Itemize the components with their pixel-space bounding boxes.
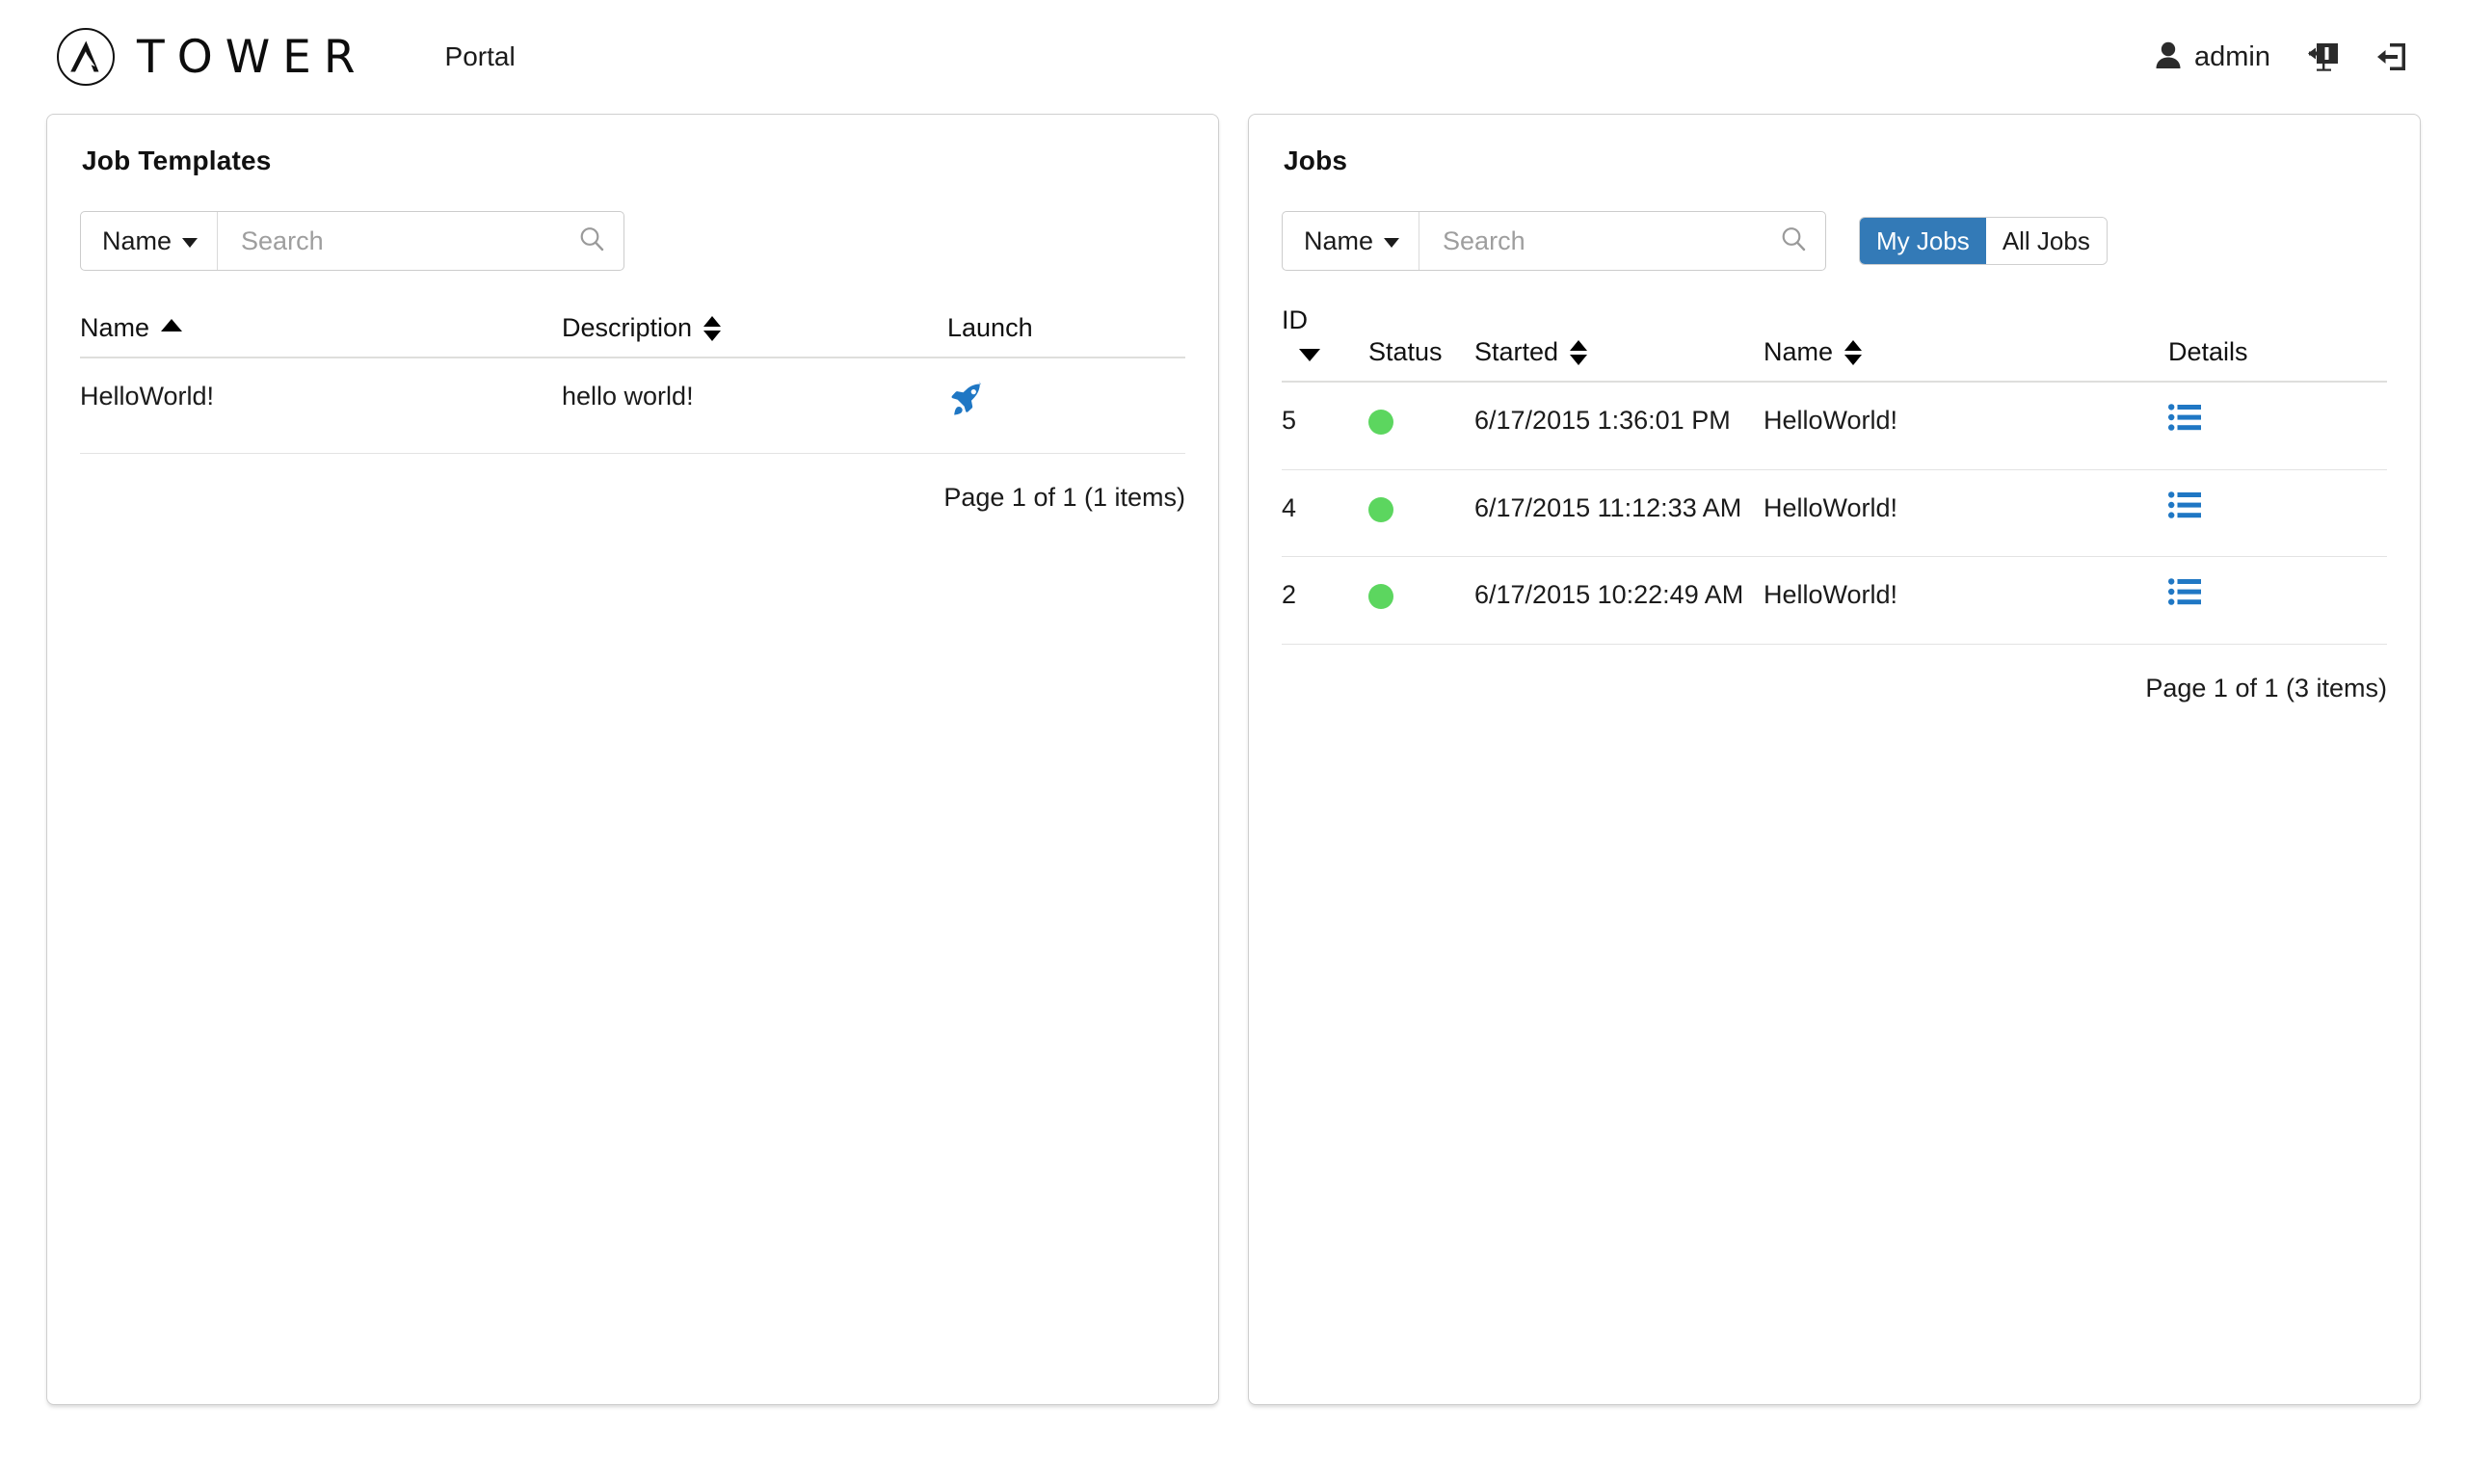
current-user[interactable]: admin (2155, 40, 2270, 74)
job-template-name: HelloWorld! (80, 382, 215, 411)
column-header-started-label: Started (1474, 337, 1559, 366)
view-dashboard-icon[interactable] (2307, 41, 2340, 72)
job-templates-title: Job Templates (82, 146, 272, 175)
jobs-title: Jobs (1284, 146, 1348, 175)
job-status (1368, 382, 1474, 469)
jobs-filter-key-label: Name (1304, 225, 1374, 255)
table-row[interactable]: 2 6/17/2015 10:22:49 AM HelloWorld! (1282, 557, 2387, 645)
job-templates-controls: Name (80, 211, 1185, 271)
jobs-search-group: Name (1282, 211, 1826, 271)
jobs-search-field (1419, 212, 1825, 270)
column-header-launch-label: Launch (947, 313, 1033, 342)
jobs-table-head: ID Status Started Name Details (1282, 305, 2387, 382)
tab-all-jobs[interactable]: All Jobs (1985, 218, 2107, 264)
table-row[interactable]: 5 6/17/2015 1:36:01 PM HelloWorld! (1282, 382, 2387, 470)
chevron-down-icon (182, 238, 199, 248)
job-templates-filter-key-label: Name (102, 225, 172, 255)
ansible-logo-icon (56, 27, 116, 87)
job-name: HelloWorld! (1764, 406, 1898, 435)
job-status (1368, 469, 1474, 557)
job-name: HelloWorld! (1764, 580, 1898, 610)
column-header-status-label: Status (1368, 337, 1443, 366)
job-templates-filter-key[interactable]: Name (81, 212, 219, 270)
job-templates-search-group: Name (80, 211, 624, 271)
tab-my-jobs[interactable]: My Jobs (1860, 218, 1986, 264)
column-header-job-name-label: Name (1764, 337, 1834, 366)
sort-toggle-icon (703, 315, 722, 341)
job-details-button[interactable] (2168, 557, 2387, 645)
sort-toggle-icon (1844, 339, 1863, 365)
search-icon[interactable] (1779, 225, 1808, 258)
job-status (1368, 557, 1474, 645)
column-header-details-label: Details (2168, 337, 2248, 366)
job-templates-table-head: Name Description Launch (80, 313, 1185, 358)
sort-ascending-icon (161, 319, 183, 331)
job-started: 6/17/2015 1:36:01 PM (1474, 406, 1731, 435)
jobs-panel: Jobs Name My Jobs (1248, 114, 2421, 1405)
jobs-scope-toggle: My Jobs All Jobs (1859, 217, 2108, 265)
job-id: 2 (1282, 580, 1297, 610)
job-name: HelloWorld! (1764, 492, 1898, 522)
status-badge (1368, 410, 1393, 435)
rocket-icon (947, 382, 986, 424)
jobs-table: ID Status Started Name Details 5 6/17/20… (1282, 305, 2387, 645)
column-header-id[interactable]: ID (1282, 305, 1368, 382)
jobs-filter-key[interactable]: Name (1283, 212, 1420, 270)
job-started: 6/17/2015 11:12:33 AM (1474, 492, 1742, 522)
job-started: 6/17/2015 10:22:49 AM (1474, 580, 1744, 610)
job-templates-pager: Page 1 of 1 (1 items) (943, 482, 1185, 512)
top-header-bar: TOWER Portal admin (0, 0, 2467, 114)
column-header-details: Details (2168, 305, 2387, 382)
list-icon (2168, 490, 2387, 518)
column-header-job-name[interactable]: Name (1764, 305, 2168, 382)
job-details-button[interactable] (2168, 382, 2387, 469)
jobs-controls: Name My Jobs All Jobs (1282, 211, 2387, 271)
job-template-description: hello world! (562, 382, 694, 411)
column-header-name-label: Name (80, 313, 150, 342)
job-templates-panel: Job Templates Name Search Name Descripti… (46, 114, 1219, 1405)
user-icon (2155, 40, 2182, 74)
list-icon (2168, 578, 2387, 606)
jobs-pager: Page 1 of 1 (3 items) (2145, 673, 2387, 702)
column-header-started[interactable]: Started (1474, 305, 1764, 382)
job-details-button[interactable] (2168, 469, 2387, 557)
job-id: 5 (1282, 406, 1297, 435)
username-label: admin (2194, 40, 2270, 72)
sort-toggle-icon (1570, 339, 1588, 365)
job-templates-search-input[interactable] (239, 225, 577, 257)
table-row[interactable]: HelloWorld! hello world! (80, 358, 1185, 454)
column-header-id-label: ID (1282, 305, 1308, 334)
column-header-status: Status (1368, 305, 1474, 382)
status-badge (1368, 496, 1393, 522)
jobs-search-input[interactable] (1441, 225, 1779, 257)
column-header-name[interactable]: Name (80, 313, 562, 358)
status-badge (1368, 584, 1393, 610)
brand-logo[interactable]: TOWER (56, 27, 368, 87)
app-label: Portal (444, 41, 516, 71)
logout-icon[interactable] (2376, 41, 2407, 72)
job-templates-search-field (218, 212, 623, 270)
column-header-description-label: Description (562, 313, 693, 342)
job-templates-table: Name Description Launch HelloWorld! hell… (80, 313, 1185, 454)
search-icon[interactable] (577, 225, 606, 258)
sort-descending-icon (1299, 349, 1320, 361)
job-templates-table-body: HelloWorld! hello world! (80, 358, 1185, 454)
header-actions: admin (2155, 40, 2407, 74)
launch-button[interactable] (947, 358, 1185, 453)
table-row[interactable]: 4 6/17/2015 11:12:33 AM HelloWorld! (1282, 469, 2387, 557)
list-icon (2168, 404, 2387, 431)
main-content: Job Templates Name Search Name Descripti… (0, 114, 2467, 1405)
chevron-down-icon (1384, 238, 1400, 248)
job-id: 4 (1282, 492, 1297, 522)
column-header-launch: Launch (947, 313, 1185, 358)
column-header-description[interactable]: Description (562, 313, 947, 358)
jobs-table-body: 5 6/17/2015 1:36:01 PM HelloWorld! 4 6/1… (1282, 382, 2387, 645)
brand-wordmark: TOWER (137, 30, 368, 84)
